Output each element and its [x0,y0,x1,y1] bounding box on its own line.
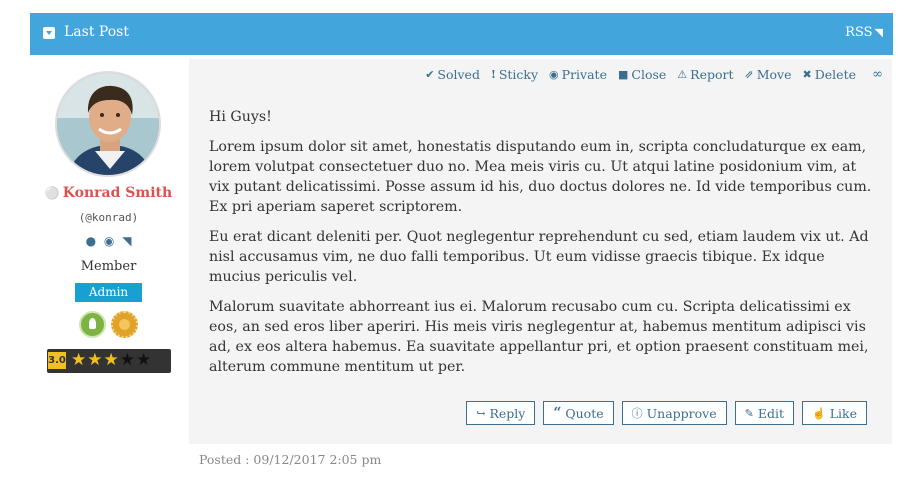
eye-slash-icon: ◉ [549,68,559,81]
private-label: Private [561,67,607,82]
star-icon: ★ [71,350,88,370]
rss-label: RSS [845,25,873,40]
report-label: Report [690,67,734,82]
delete-label: Delete [814,67,856,82]
post-actions: ↪ Reply “Quote ⓘ Unapprove ✎ Edit ☝ Like [466,401,867,425]
post-paragraph: Malorum suavitate abhorreant ius ei. Mal… [209,299,869,375]
lock-icon: ■ [617,68,629,81]
quote-button[interactable]: “Quote [543,401,614,425]
permalink-icon[interactable]: ∞ [872,67,883,82]
move-label: Move [756,67,792,82]
quote-icon: “ [553,405,562,421]
author-name-row[interactable]: ⚪ Konrad Smith [30,185,187,201]
unapprove-button[interactable]: ⓘ Unapprove [621,401,727,425]
moderation-toolbar: ✔ Solved ! Sticky ◉ Private ■ Close ⚠ Report … [425,67,856,82]
info-circle-icon: ⓘ [631,407,643,420]
author-handle: (@konrad) [78,211,139,224]
collapse-icon[interactable] [43,27,55,39]
lightbulb-icon: ⚪ [44,186,60,200]
avatar-image [57,73,159,175]
edit-button[interactable]: ✎ Edit [734,401,795,425]
sticky-action[interactable]: ! Sticky [491,67,538,82]
star-icon: ★ [103,350,120,370]
post-paragraph: Eu erat dicant deleniti per. Quot negleg… [209,229,869,285]
post-content: Hi Guys! Lorem ipsum dolor sit amet, hon… [209,107,875,387]
share-icon: ⇗ [744,68,754,81]
avatar[interactable] [55,71,161,177]
post-paragraph: Lorem ipsum dolor sit amet, honestatis d… [209,139,872,215]
reply-label: Reply [489,405,526,421]
edit-icon: ✎ [744,406,754,420]
delete-action[interactable]: ✖ Delete [803,67,856,82]
topics-icon[interactable]: ◉ [104,234,114,248]
user-rss-icon[interactable]: ◥ [122,234,131,248]
report-action[interactable]: ⚠ Report [677,67,733,82]
topic-header: Last Post RSS ◥ [30,13,893,55]
times-icon: ✖ [802,68,812,81]
star-icon: ★ [136,350,153,370]
close-action[interactable]: ■ Close [618,67,666,82]
thumbs-up-icon: ☝ [812,406,826,420]
rating-stars: ★★★★★ [71,350,152,370]
author-rating: 3.0 ★★★★★ [47,349,171,373]
admin-badge: Admin [75,283,142,302]
post-greeting: Hi Guys! [209,109,272,125]
reply-icon: ↪ [476,406,486,420]
exclamation-icon: ! [490,68,496,81]
author-role: Member [80,259,137,274]
unapprove-label: Unapprove [646,405,717,421]
sticky-label: Sticky [498,67,539,82]
warning-icon: ⚠ [677,68,688,81]
header-title: Last Post [64,24,129,40]
star-icon: ★ [119,350,136,370]
author-panel: ⚪ Konrad Smith (@konrad) ● ◉ ◥ Member Adm… [30,59,187,444]
medal-badge-icon [111,311,138,338]
rss-icon: ◥ [874,26,883,39]
like-label: Like [829,405,857,421]
private-action[interactable]: ◉ Private [549,67,607,82]
post-timestamp: Posted : 09/12/2017 2:05 pm [199,452,382,467]
reply-button[interactable]: ↪ Reply [466,401,536,425]
post-body: ✔ Solved ! Sticky ◉ Private ■ Close ⚠ Report … [189,59,892,444]
quote-label: Quote [565,405,604,421]
close-label: Close [631,67,667,82]
author-name[interactable]: Konrad Smith [63,185,172,201]
solved-action[interactable]: ✔ Solved [425,67,480,82]
edit-label: Edit [757,405,785,421]
rating-score: 3.0 [48,352,66,369]
author-links: ● ◉ ◥ [30,234,187,248]
rss-link[interactable]: RSS ◥ [845,25,883,40]
solved-label: Solved [437,67,480,82]
star-icon: ★ [87,350,104,370]
like-button[interactable]: ☝ Like [802,401,867,425]
move-action[interactable]: ⇗ Move [745,67,792,82]
check-circle-icon: ✔ [425,68,435,81]
profile-icon[interactable]: ● [86,234,96,248]
pen-badge-icon [79,311,106,338]
